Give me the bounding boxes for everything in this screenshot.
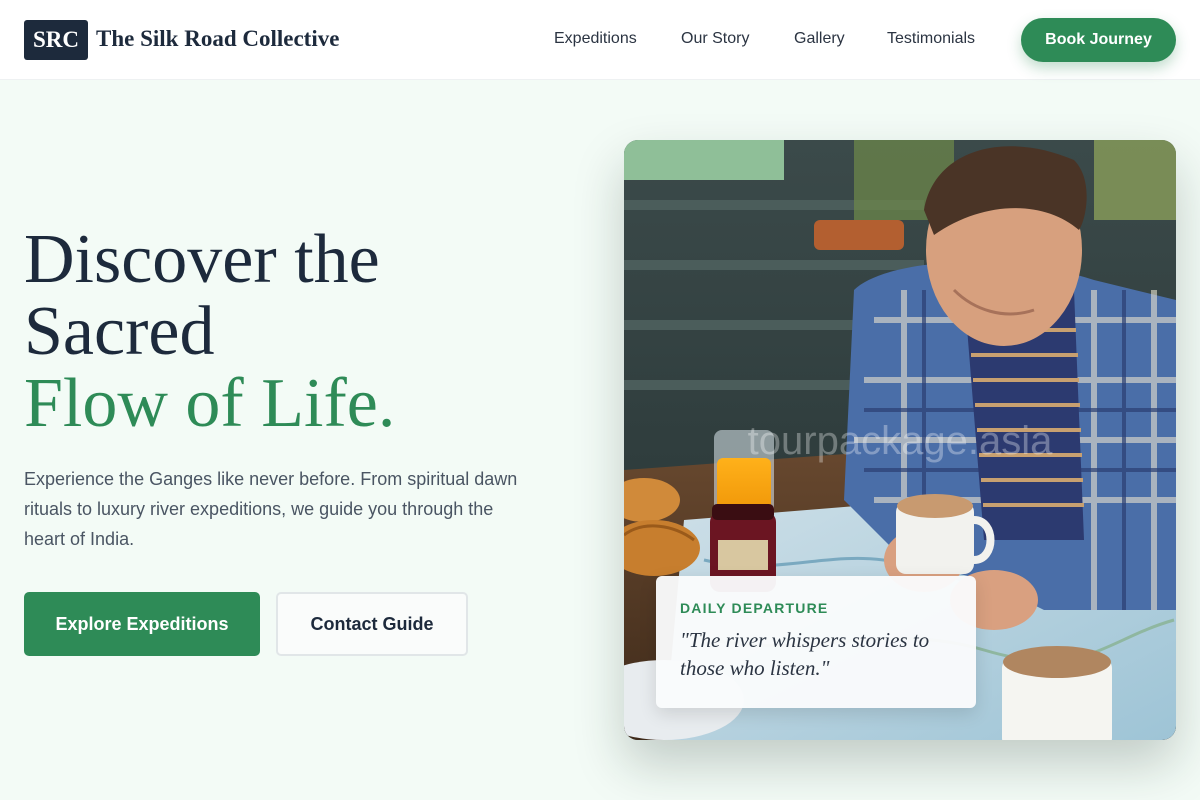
hero-lead-text: Experience the Ganges like never before.… [24, 469, 518, 549]
nav-link-expeditions[interactable]: Expeditions [554, 30, 637, 48]
logo-badge[interactable]: SRC [24, 20, 88, 60]
book-journey-button[interactable]: Book Journey [1021, 18, 1176, 62]
brand-name[interactable]: The Silk Road Collective [96, 26, 339, 52]
site-header: SRC The Silk Road Collective Expeditions… [0, 0, 1200, 80]
headline-line-1: Discover the [24, 221, 380, 298]
nav-link-testimonials[interactable]: Testimonials [887, 30, 975, 48]
photo-watermark: tourpackage.asia [748, 419, 1053, 463]
explore-expeditions-button[interactable]: Explore Expeditions [24, 592, 260, 656]
card-label: DAILY DEPARTURE [680, 600, 829, 616]
daily-departure-card: DAILY DEPARTURE "The river whispers stor… [656, 576, 976, 708]
headline-accent: Flow of Life. [24, 365, 396, 442]
hero-headline: Discover the Sacred Flow of Life. [24, 224, 395, 440]
headline-line-2: Sacred [24, 293, 215, 370]
card-quote: "The river whispers stories to those who… [680, 628, 930, 680]
nav-link-gallery[interactable]: Gallery [794, 30, 845, 48]
contact-guide-button[interactable]: Contact Guide [276, 592, 468, 656]
nav-link-our-story[interactable]: Our Story [681, 30, 749, 48]
